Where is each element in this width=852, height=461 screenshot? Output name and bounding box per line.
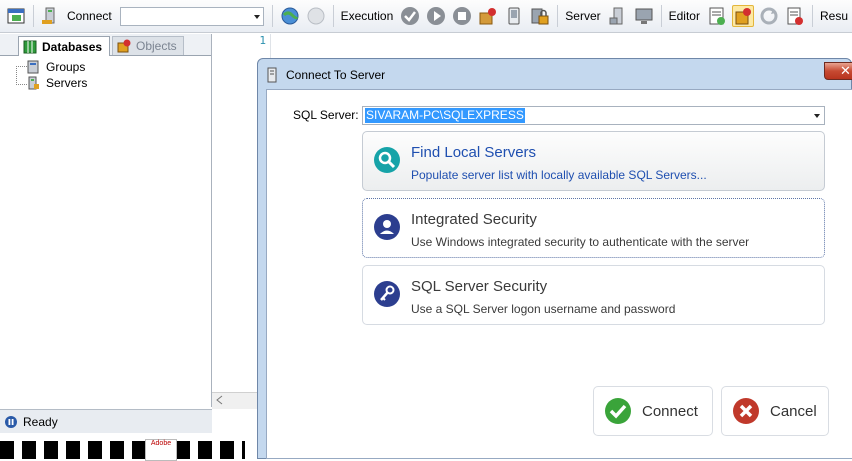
- dialog-body: SQL Server: SIVARAM-PC\SQLEXPRESS Find L…: [266, 89, 852, 459]
- dialog-titlebar[interactable]: Connect To Server ✕: [258, 59, 852, 89]
- sql-server-security-option[interactable]: SQL Server Security Use a SQL Server log…: [362, 265, 825, 325]
- tree-item-groups-label: Groups: [46, 60, 86, 74]
- tab-objects-label: Objects: [136, 39, 177, 53]
- toolbar-separator: [660, 5, 662, 27]
- tab-databases-label: Databases: [42, 39, 103, 54]
- integrated-security-title: Integrated Security: [411, 211, 537, 228]
- find-local-servers-title: Find Local Servers: [411, 144, 537, 161]
- toolbar-separator: [271, 5, 273, 27]
- groups-icon: [26, 60, 40, 74]
- sql-server-label: SQL Server:: [293, 108, 359, 122]
- connect-button[interactable]: Connect: [593, 386, 713, 436]
- server-label: Server: [565, 9, 601, 23]
- user-icon: [373, 213, 401, 241]
- play-icon[interactable]: [425, 5, 447, 27]
- status-bar: Ready: [0, 409, 212, 433]
- device-icon[interactable]: [503, 5, 525, 27]
- connection-combo[interactable]: [119, 6, 264, 26]
- sql-server-security-title: SQL Server Security: [411, 278, 548, 295]
- objects-icon: [117, 39, 131, 53]
- adobe-thumbnail[interactable]: Adobe: [145, 439, 177, 461]
- connect-label[interactable]: Connect: [67, 9, 112, 23]
- close-icon: ✕: [840, 63, 851, 78]
- document-stop-icon[interactable]: [784, 5, 806, 27]
- toolbar-separator: [557, 5, 559, 27]
- integrated-security-option[interactable]: Integrated Security Use Windows integrat…: [362, 198, 825, 258]
- connect-server-icon[interactable]: [40, 5, 62, 27]
- integrated-security-desc: Use Windows integrated security to authe…: [411, 235, 750, 249]
- results-label: Resu: [819, 9, 848, 23]
- tree-item-servers-label: Servers: [46, 76, 88, 90]
- monitor-icon[interactable]: [633, 5, 655, 27]
- toolbar-separator: [811, 5, 813, 27]
- window-list-icon[interactable]: [5, 5, 27, 27]
- disconnect-icon[interactable]: [305, 5, 327, 27]
- connect-to-server-dialog: Connect To Server ✕ SQL Server: SIVARAM-…: [257, 58, 852, 459]
- server-tower-icon[interactable]: [607, 5, 629, 27]
- scroll-left-icon[interactable]: [212, 393, 228, 407]
- servers-icon: [26, 76, 40, 90]
- main-toolbar: Connect Execution Server Editor Resu: [0, 0, 852, 33]
- find-local-servers-desc: Populate server list with locally availa…: [411, 168, 707, 182]
- find-local-servers-option[interactable]: Find Local Servers Populate server list …: [362, 131, 825, 191]
- magnifier-icon: [373, 146, 401, 174]
- pause-icon: [4, 415, 18, 429]
- line-number: 1: [259, 34, 266, 47]
- format-icon[interactable]: [706, 5, 728, 27]
- chevron-down-icon[interactable]: [814, 114, 820, 118]
- key-icon: [373, 280, 401, 308]
- globe-icon[interactable]: [279, 5, 301, 27]
- lock-icon[interactable]: [529, 5, 551, 27]
- execution-label: Execution: [340, 9, 394, 23]
- sql-server-combo[interactable]: SIVARAM-PC\SQLEXPRESS: [362, 106, 825, 125]
- check-icon[interactable]: [399, 5, 421, 27]
- close-button[interactable]: ✕: [824, 62, 852, 80]
- tab-objects[interactable]: Objects: [112, 36, 184, 55]
- adobe-text: Adobe: [150, 440, 172, 447]
- check-icon: [605, 398, 631, 424]
- explorer-tabs: Databases Objects: [0, 34, 211, 56]
- tree-item-groups[interactable]: Groups: [0, 59, 211, 75]
- close-icon: [733, 398, 759, 424]
- database-icon: [23, 40, 37, 54]
- highlight-toggle-icon[interactable]: [731, 5, 754, 27]
- server-tree: Groups Servers: [0, 56, 211, 91]
- refresh-icon[interactable]: [758, 5, 780, 27]
- tab-databases[interactable]: Databases: [18, 36, 110, 56]
- connect-button-label: Connect: [642, 402, 698, 420]
- editor-label: Editor: [668, 9, 700, 23]
- cancel-button[interactable]: Cancel: [721, 386, 829, 436]
- stop-icon[interactable]: [451, 5, 473, 27]
- package-icon[interactable]: [477, 5, 499, 27]
- piano-keys-thumbnail: [0, 441, 245, 459]
- horizontal-scrollbar[interactable]: [212, 392, 258, 409]
- status-text: Ready: [23, 414, 58, 429]
- server-icon: [265, 67, 279, 83]
- tree-item-servers[interactable]: Servers: [0, 75, 211, 91]
- dialog-title: Connect To Server: [286, 68, 386, 82]
- toolbar-separator: [33, 5, 34, 27]
- cancel-button-label: Cancel: [770, 402, 817, 420]
- chevron-down-icon[interactable]: [253, 14, 260, 19]
- sql-server-value[interactable]: SIVARAM-PC\SQLEXPRESS: [365, 108, 525, 123]
- toolbar-separator: [332, 5, 334, 27]
- object-explorer-panel: Databases Objects Groups Servers: [0, 34, 212, 407]
- sql-server-security-desc: Use a SQL Server logon username and pass…: [411, 302, 676, 316]
